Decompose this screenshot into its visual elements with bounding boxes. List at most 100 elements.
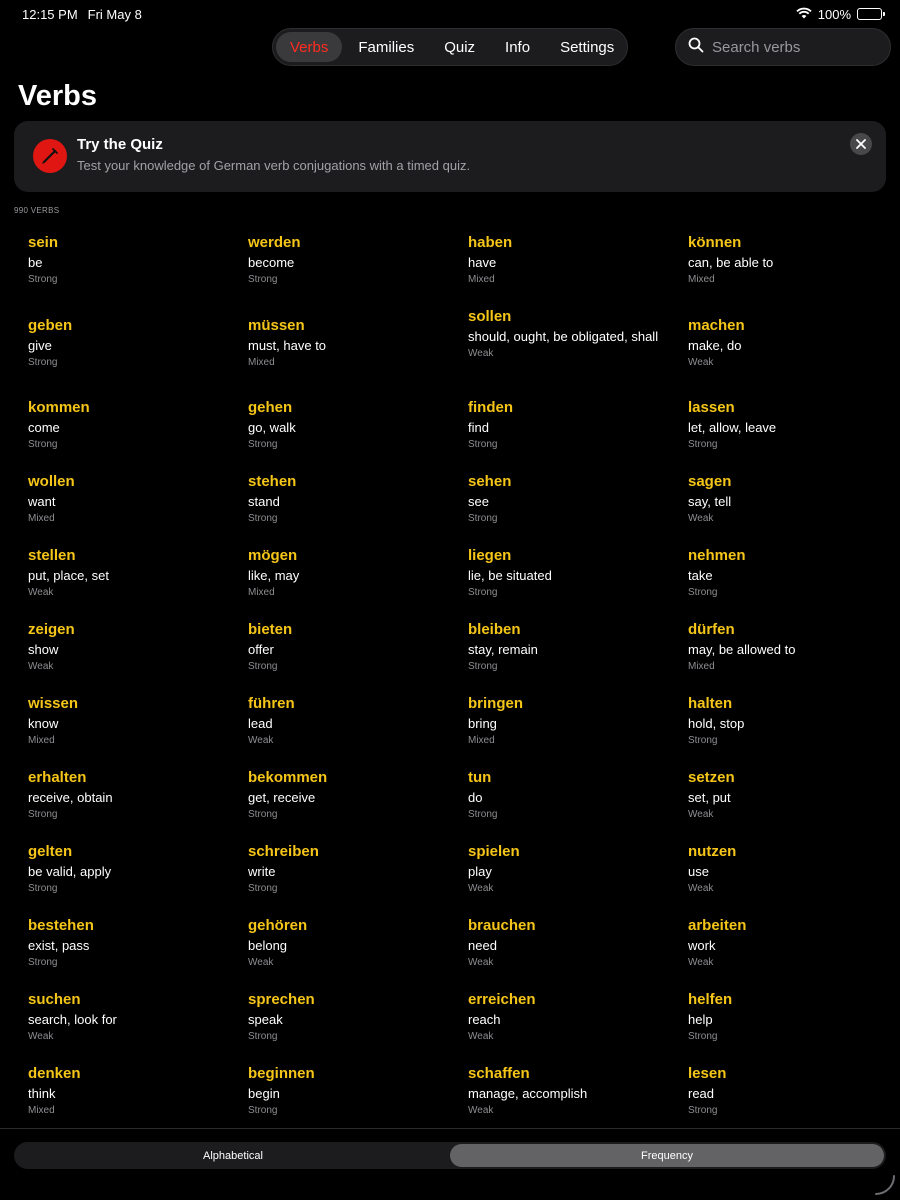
verb-item[interactable]: arbeiten work Weak: [688, 913, 878, 987]
verb-item[interactable]: wollen want Mixed: [28, 469, 248, 543]
verb-translation: make, do: [688, 338, 742, 353]
verb-item[interactable]: sein be Strong: [28, 230, 248, 304]
verb-translation: write: [248, 864, 276, 879]
verb-item[interactable]: gehören belong Weak: [248, 913, 468, 987]
verb-translation: show: [28, 642, 59, 657]
verb-item[interactable]: sagen say, tell Weak: [688, 469, 878, 543]
verb-name: stellen: [28, 547, 76, 564]
verb-item[interactable]: bieten offer Strong: [248, 617, 468, 691]
verb-name: sehen: [468, 473, 512, 490]
verb-item[interactable]: bringen bring Mixed: [468, 691, 688, 765]
verb-name: bringen: [468, 695, 523, 712]
verb-item[interactable]: suchen search, look for Weak: [28, 987, 248, 1061]
verb-type: Strong: [468, 661, 498, 672]
verb-translation: should, ought, be obligated, shall: [468, 329, 659, 344]
verb-item[interactable]: halten hold, stop Strong: [688, 691, 878, 765]
verb-item[interactable]: wissen know Mixed: [28, 691, 248, 765]
verb-translation: have: [468, 255, 497, 270]
divider: [0, 1128, 900, 1129]
tab-settings[interactable]: Settings: [546, 32, 628, 62]
verb-item[interactable]: helfen help Strong: [688, 987, 878, 1061]
verb-type: Strong: [688, 439, 718, 450]
verb-translation: work: [688, 938, 716, 953]
verb-item[interactable]: sehen see Strong: [468, 469, 688, 543]
verb-item[interactable]: lassen let, allow, leave Strong: [688, 395, 878, 469]
verb-translation: lead: [248, 716, 273, 731]
verb-item[interactable]: finden find Strong: [468, 395, 688, 469]
page-title: Verbs: [18, 80, 97, 112]
verb-item[interactable]: sprechen speak Strong: [248, 987, 468, 1061]
battery-icon: [857, 8, 885, 20]
verb-name: schreiben: [248, 843, 319, 860]
verb-translation: know: [28, 716, 59, 731]
verb-translation: must, have to: [248, 338, 327, 353]
verb-item[interactable]: brauchen need Weak: [468, 913, 688, 987]
verb-item[interactable]: liegen lie, be situated Strong: [468, 543, 688, 617]
verb-item[interactable]: erreichen reach Weak: [468, 987, 688, 1061]
verb-name: werden: [248, 234, 301, 251]
tab-quiz[interactable]: Quiz: [430, 32, 489, 62]
verb-item[interactable]: nehmen take Strong: [688, 543, 878, 617]
verb-type: Strong: [28, 809, 58, 820]
verb-name: liegen: [468, 547, 512, 564]
battery-percent: 100%: [817, 6, 851, 22]
verb-translation: get, receive: [248, 790, 316, 805]
tab-info[interactable]: Info: [491, 32, 544, 62]
verb-translation: do: [468, 790, 483, 805]
verb-item[interactable]: setzen set, put Weak: [688, 765, 878, 839]
verb-item[interactable]: kommen come Strong: [28, 395, 248, 469]
sort-frequency[interactable]: Frequency: [450, 1144, 884, 1167]
verb-name: spielen: [468, 843, 520, 860]
verb-item[interactable]: geben give Strong: [28, 304, 248, 395]
sort-alphabetical[interactable]: Alphabetical: [16, 1144, 450, 1167]
verb-translation: speak: [248, 1012, 283, 1027]
verb-item[interactable]: müssen must, have to Mixed: [248, 304, 468, 395]
verb-item[interactable]: lesen read Strong: [688, 1061, 878, 1135]
verb-translation: stay, remain: [468, 642, 538, 657]
verb-item[interactable]: dürfen may, be allowed to Mixed: [688, 617, 878, 691]
verb-item[interactable]: erhalten receive, obtain Strong: [28, 765, 248, 839]
verb-item[interactable]: denken think Mixed: [28, 1061, 248, 1135]
verb-translation: offer: [248, 642, 274, 657]
search-input[interactable]: [712, 38, 872, 56]
verb-name: kommen: [28, 399, 90, 416]
search-box[interactable]: [675, 28, 891, 66]
verb-name: machen: [688, 317, 745, 334]
verb-item[interactable]: mögen like, may Mixed: [248, 543, 468, 617]
close-icon[interactable]: [850, 133, 872, 155]
verb-type: Weak: [28, 1031, 54, 1042]
verb-translation: give: [28, 338, 52, 353]
verb-item[interactable]: zeigen show Weak: [28, 617, 248, 691]
verb-item[interactable]: führen lead Weak: [248, 691, 468, 765]
verb-item[interactable]: können can, be able to Mixed: [688, 230, 878, 304]
verb-item[interactable]: sollen should, ought, be obligated, shall…: [468, 304, 688, 395]
verb-type: Weak: [688, 357, 714, 368]
verb-name: helfen: [688, 991, 733, 1008]
verb-type: Weak: [28, 661, 54, 672]
verb-item[interactable]: gelten be valid, apply Strong: [28, 839, 248, 913]
verb-item[interactable]: bleiben stay, remain Strong: [468, 617, 688, 691]
verb-item[interactable]: bestehen exist, pass Strong: [28, 913, 248, 987]
verb-item[interactable]: schreiben write Strong: [248, 839, 468, 913]
verb-item[interactable]: spielen play Weak: [468, 839, 688, 913]
verb-translation: begin: [248, 1086, 280, 1101]
verb-item[interactable]: beginnen begin Strong: [248, 1061, 468, 1135]
verb-item[interactable]: haben have Mixed: [468, 230, 688, 304]
verb-item[interactable]: stehen stand Strong: [248, 469, 468, 543]
verb-item[interactable]: schaffen manage, accomplish Weak: [468, 1061, 688, 1135]
quiz-banner[interactable]: Try the Quiz Test your knowledge of Germ…: [14, 121, 886, 192]
tab-families[interactable]: Families: [344, 32, 428, 62]
scroll-indicator-icon: [875, 1175, 895, 1195]
verb-name: erreichen: [468, 991, 536, 1008]
verb-item[interactable]: stellen put, place, set Weak: [28, 543, 248, 617]
verb-item[interactable]: machen make, do Weak: [688, 304, 878, 395]
verb-item[interactable]: bekommen get, receive Strong: [248, 765, 468, 839]
verb-type: Strong: [688, 1105, 718, 1116]
verb-name: wissen: [28, 695, 79, 712]
verb-item[interactable]: nutzen use Weak: [688, 839, 878, 913]
verb-item[interactable]: tun do Strong: [468, 765, 688, 839]
tab-verbs[interactable]: Verbs: [276, 32, 343, 62]
verb-item[interactable]: gehen go, walk Strong: [248, 395, 468, 469]
verb-item[interactable]: werden become Strong: [248, 230, 468, 304]
verb-name: sprechen: [248, 991, 315, 1008]
